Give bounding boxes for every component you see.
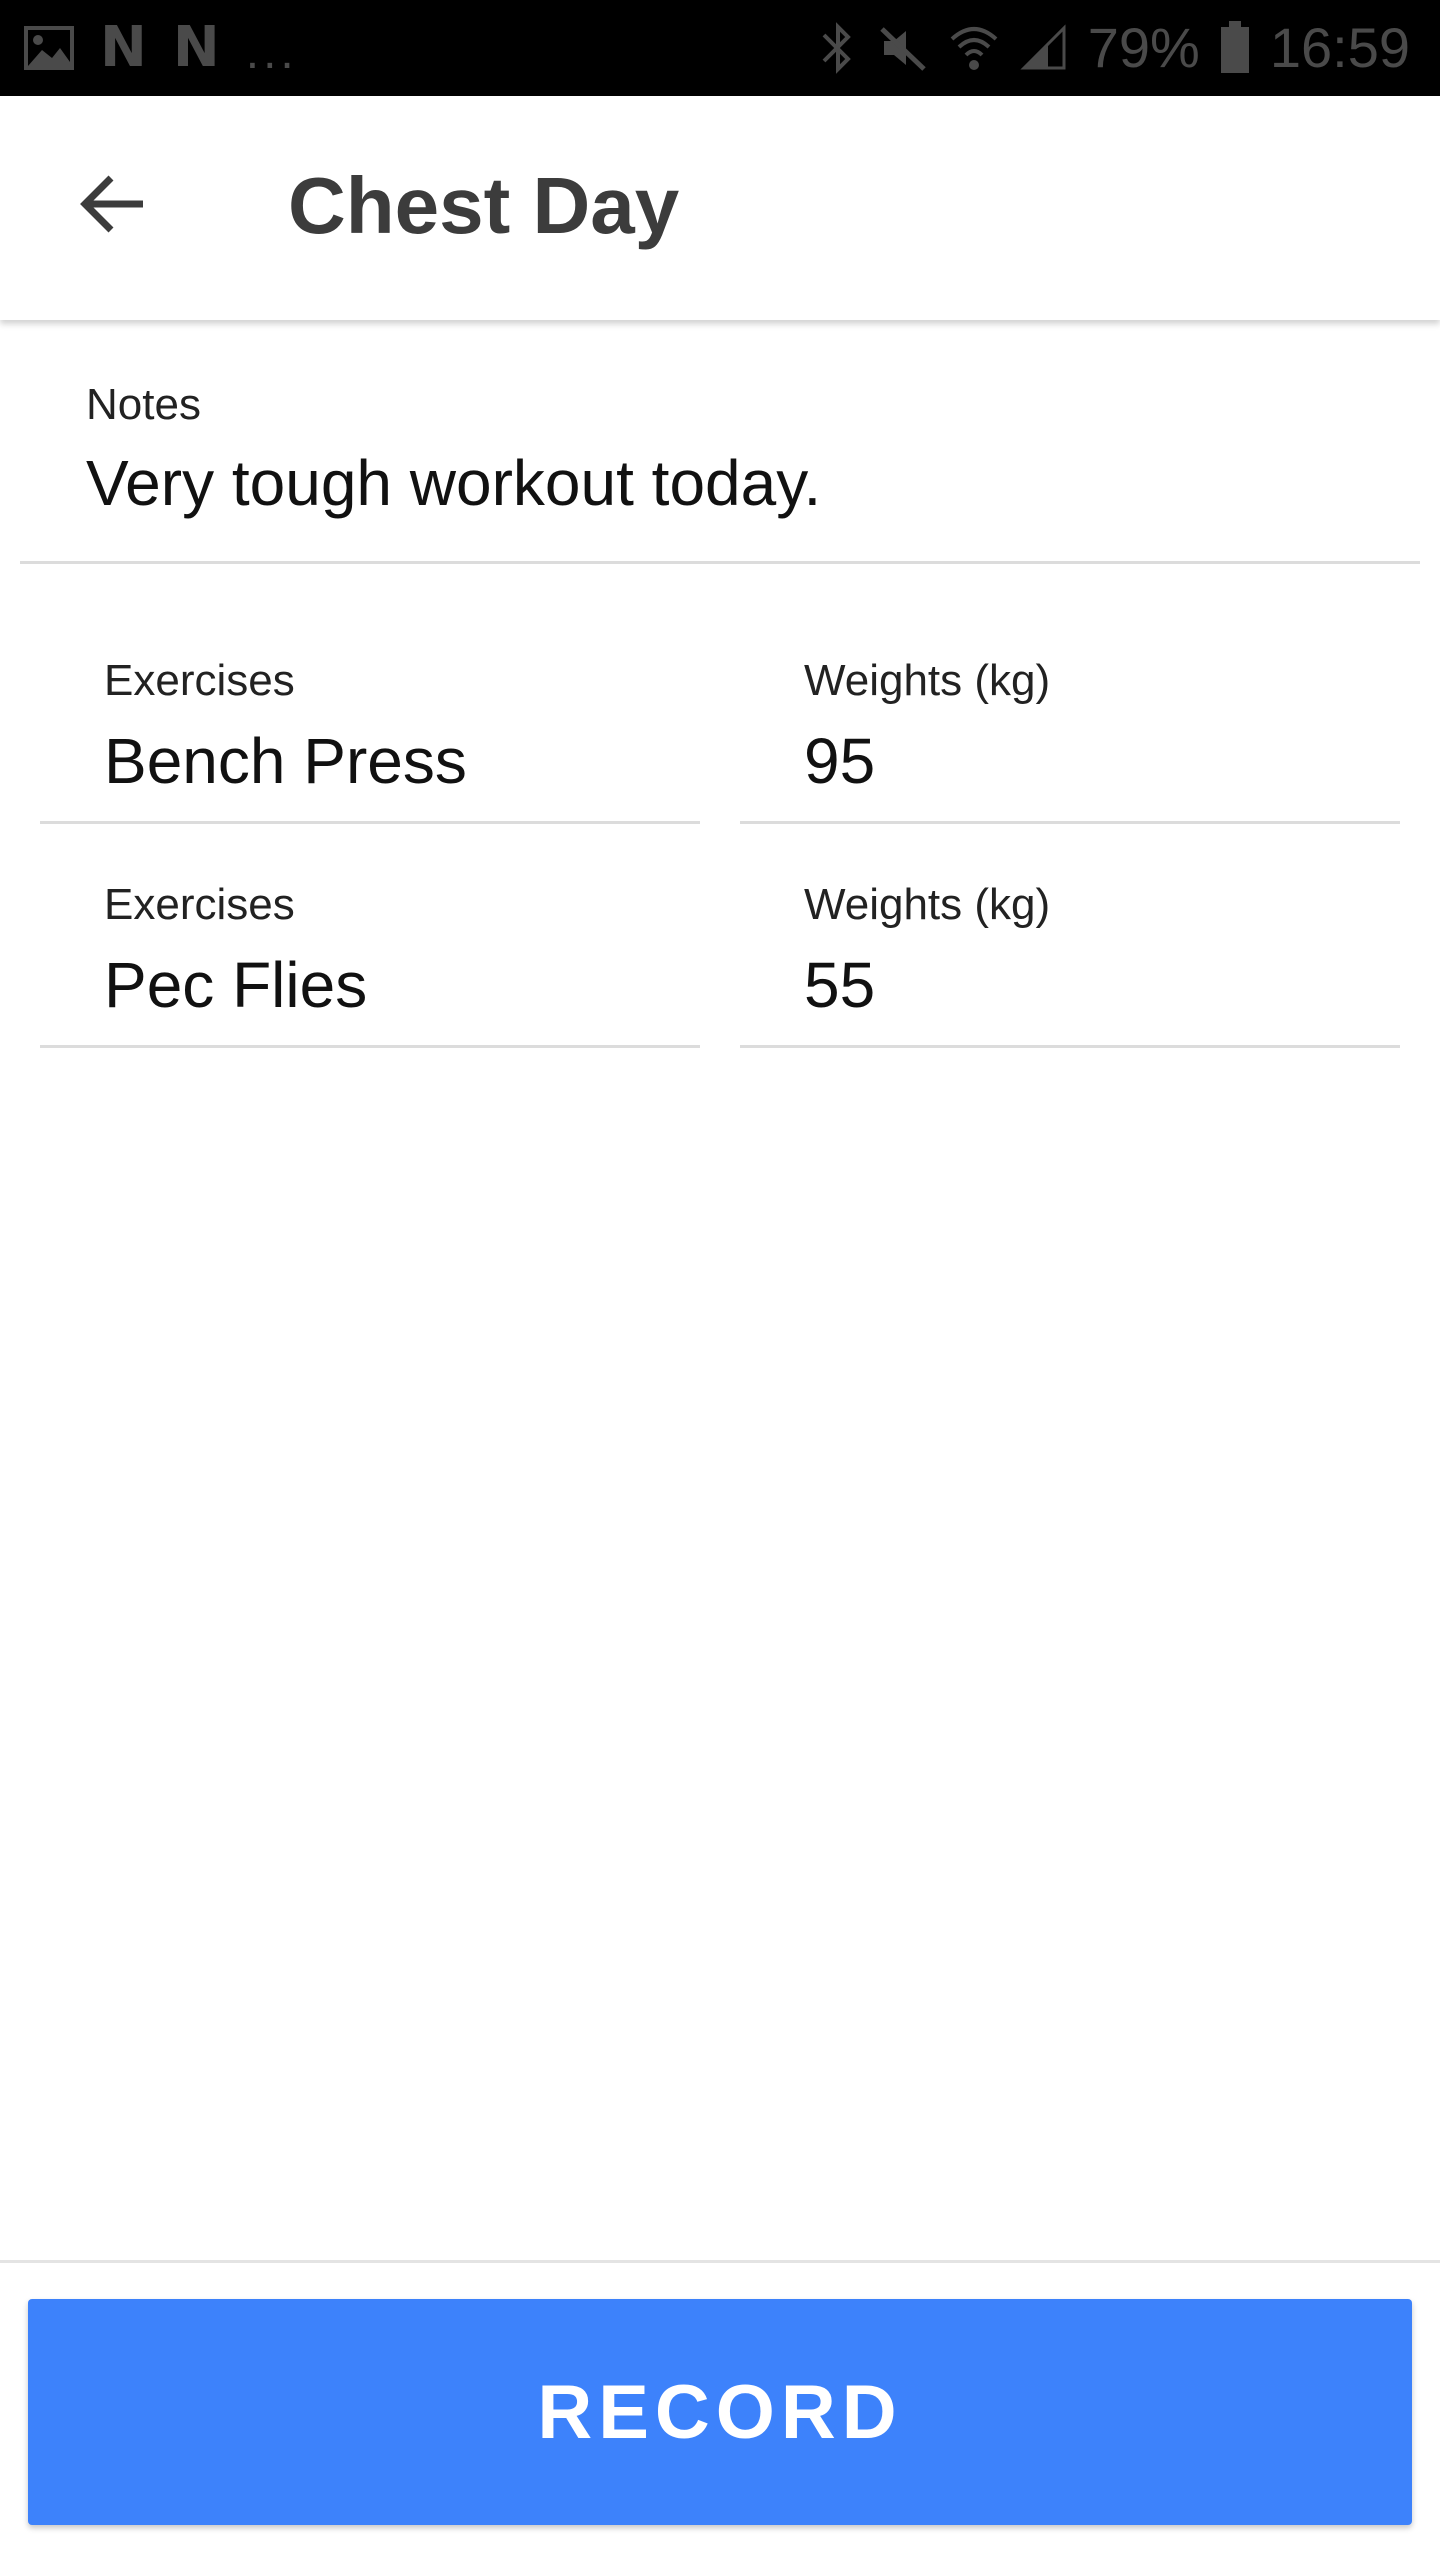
notes-label: Notes (86, 380, 201, 429)
more-notifications-icon: ... (245, 26, 298, 79)
n-app-icon: N (172, 15, 220, 80)
status-time: 16:59 (1269, 16, 1410, 79)
weight-field[interactable]: Weights (kg) 95 (740, 652, 1400, 824)
app-bar: Chest Day (0, 96, 1440, 320)
gallery-icon (24, 26, 74, 70)
notes-field[interactable]: Notes Very tough workout today. (20, 350, 1420, 564)
signal-icon (1020, 24, 1068, 72)
record-button[interactable]: RECORD (28, 2299, 1412, 2525)
weight-label: Weights (kg) (804, 880, 1051, 929)
n-app-icon: N (100, 15, 147, 80)
exercise-label: Exercises (104, 880, 295, 929)
status-bar: N N ... 79% 16:59 (0, 0, 1440, 96)
weight-value[interactable]: 95 (804, 724, 875, 798)
bottom-bar: RECORD (0, 2260, 1440, 2560)
exercise-field[interactable]: Exercises Pec Flies (40, 876, 700, 1048)
wifi-icon (948, 23, 1000, 73)
exercise-label: Exercises (104, 656, 295, 705)
back-button[interactable] (60, 154, 164, 258)
status-bar-left: N N ... (24, 0, 298, 96)
weight-field[interactable]: Weights (kg) 55 (740, 876, 1400, 1048)
weight-label: Weights (kg) (804, 656, 1051, 705)
weight-value[interactable]: 55 (804, 948, 875, 1022)
page-title: Chest Day (288, 161, 680, 250)
battery-percent: 79% (1087, 16, 1200, 79)
notes-value[interactable]: Very tough workout today. (86, 446, 821, 520)
exercise-field[interactable]: Exercises Bench Press (40, 652, 700, 824)
arrow-back-icon (77, 172, 147, 241)
battery-icon (1220, 21, 1250, 75)
mute-icon (878, 23, 928, 73)
exercise-value[interactable]: Bench Press (104, 724, 467, 798)
exercise-value[interactable]: Pec Flies (104, 948, 367, 1022)
bluetooth-icon (818, 21, 858, 75)
status-bar-right: 79% 16:59 (818, 0, 1410, 96)
